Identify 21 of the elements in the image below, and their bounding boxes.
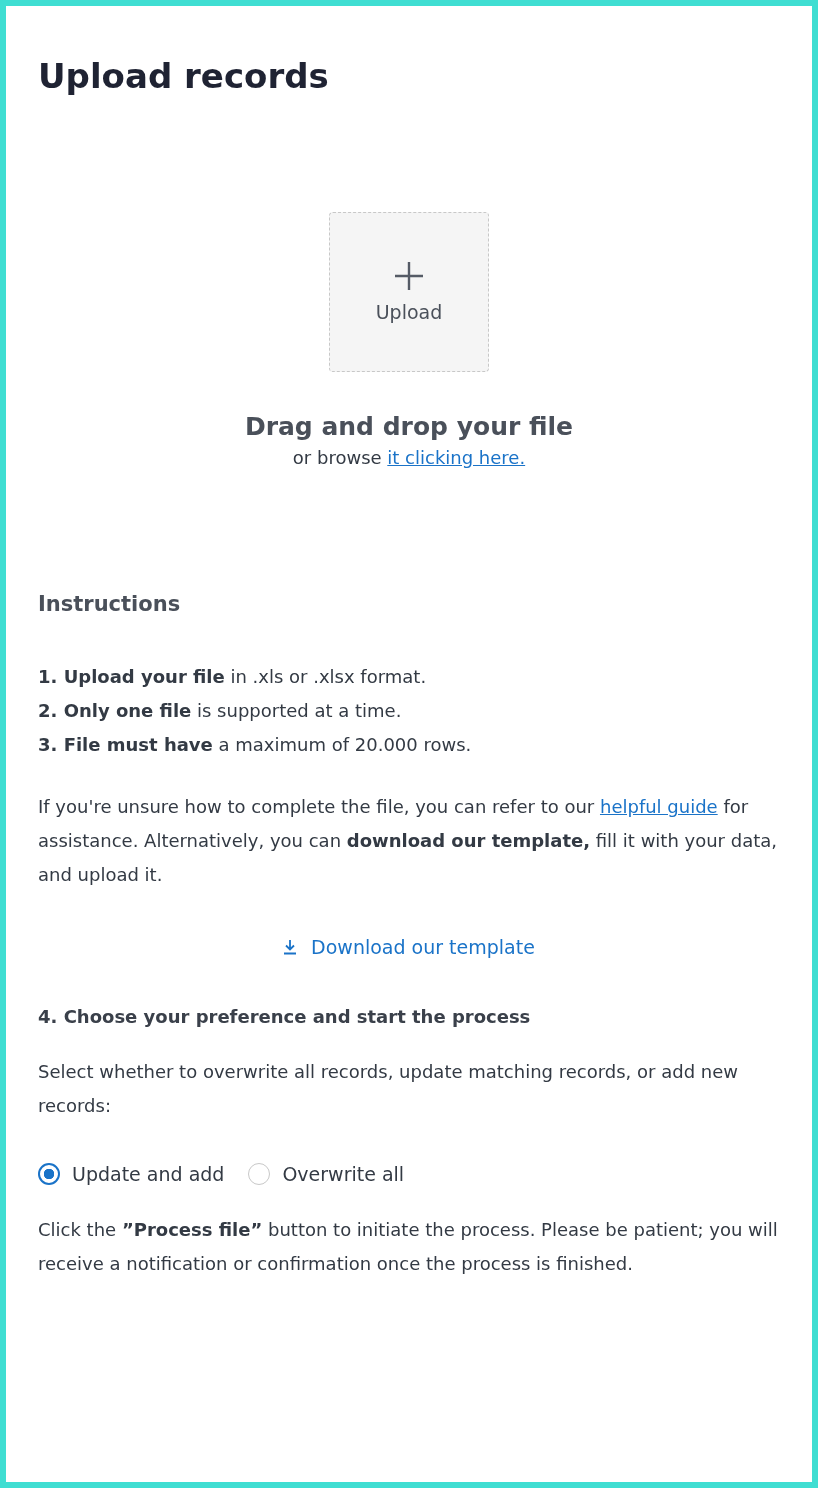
radio-option[interactable]: Update and add: [38, 1163, 225, 1185]
instruction-step: 3. File must have a maximum of 20.000 rows.: [38, 728, 780, 762]
download-link[interactable]: Download our template: [283, 936, 535, 958]
help-text: If you're unsure how to complete the file, you can refer to our helpful guide for assistance. Alternatively, you can download our template, fill it with your data, and upload it.: [38, 795, 778, 887]
dropzone-heading: Drag and drop your file: [243, 412, 575, 441]
upload-button[interactable]: Upload: [329, 212, 489, 372]
instruction-step: 1. Upload your file in .xls or .xlsx format.: [38, 660, 780, 694]
browse-link[interactable]: it clicking here.: [387, 447, 526, 468]
plus-icon: [394, 261, 424, 291]
preference-heading: 4. Choose your preference and start the process: [38, 1006, 532, 1027]
process-note: Click the ”Process file” button to initiate the process. Please be patient; you will receive a notification or confirmation once the process is finished.: [38, 1218, 779, 1276]
guide-link[interactable]: helpful guide: [599, 796, 718, 817]
radio-button[interactable]: [248, 1163, 271, 1185]
download-icon: [283, 939, 298, 955]
radio-option[interactable]: Overwrite all: [248, 1163, 405, 1185]
preference-text: Select whether to overwrite all records, update matching records, or add new records:: [38, 1060, 739, 1118]
instructions-heading: Instructions: [38, 592, 182, 616]
radio-button[interactable]: [38, 1163, 60, 1185]
instruction-step: 2. Only one file is supported at a time.: [38, 694, 780, 728]
page-title: Upload records: [38, 55, 330, 98]
browse-text: or browse it clicking here.: [291, 447, 527, 468]
